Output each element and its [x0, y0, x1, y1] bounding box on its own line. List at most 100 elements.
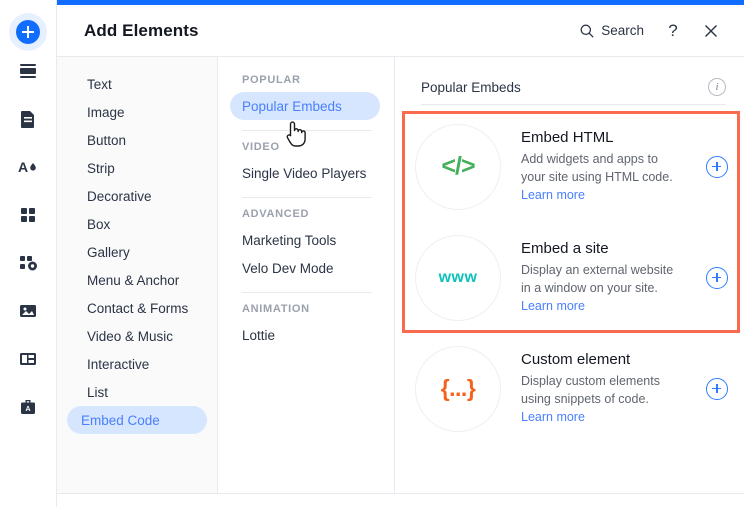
panel-header: Add Elements Search ? [57, 5, 744, 57]
category-label: List [87, 384, 109, 400]
category-item-box[interactable]: Box [73, 210, 207, 238]
subcategory-label: Popular Embeds [242, 98, 342, 114]
category-label: Interactive [87, 356, 150, 372]
subcategory-group-video: VIDEO [242, 141, 280, 153]
close-button[interactable] [696, 16, 726, 46]
embeds-panel-header: Popular Embeds i [395, 70, 744, 104]
www-icon: www [438, 268, 478, 286]
plus-icon [16, 20, 40, 44]
learn-more-link[interactable]: Learn more [521, 299, 585, 313]
embed-card-description-text: Add widgets and apps to your site using … [521, 152, 673, 184]
embed-card-title: Embed a site [521, 240, 609, 257]
category-label: Image [87, 104, 125, 120]
svg-text:A: A [18, 159, 28, 175]
embeds-card-list: </> Embed HTML Add widgets and apps to y… [395, 105, 744, 444]
category-label: Strip [87, 160, 115, 176]
search-button[interactable]: Search [579, 23, 644, 39]
site-design-icon[interactable]: A [8, 147, 48, 187]
embeds-panel: Popular Embeds i </> Embed HTML Add widg… [395, 57, 744, 493]
embed-card-text: Embed HTML Add widgets and apps to your … [521, 129, 679, 204]
subcategory-group-popular: POPULAR [242, 74, 301, 86]
category-item-button[interactable]: Button [73, 126, 207, 154]
embed-card-custom-element[interactable]: {...} Custom element Display custom elem… [395, 333, 744, 444]
media-icon[interactable] [8, 291, 48, 331]
embed-card-description-text: Display an external website in a window … [521, 263, 674, 295]
sections-icon[interactable] [8, 51, 48, 91]
code-brackets-icon: </> [441, 152, 475, 180]
category-label: Embed Code [81, 412, 160, 428]
embed-card-thumbnail: </> [415, 123, 501, 210]
business-icon[interactable]: A [8, 387, 48, 427]
category-item-gallery[interactable]: Gallery [73, 238, 207, 266]
category-label: Text [87, 76, 112, 92]
subcategory-item-single-video-players[interactable]: Single Video Players [230, 159, 380, 187]
embeds-panel-title: Popular Embeds [421, 79, 521, 95]
learn-more-link[interactable]: Learn more [521, 410, 585, 424]
category-label: Box [87, 216, 111, 232]
search-button-label: Search [601, 23, 644, 38]
page-title: Add Elements [84, 20, 199, 40]
subcategory-list: POPULAR Popular Embeds VIDEO Single Vide… [218, 57, 395, 493]
embed-card-text: Custom element Display custom elements u… [521, 351, 679, 426]
add-embed-a-site-button[interactable] [706, 266, 728, 289]
subcategory-label: Lottie [242, 327, 276, 343]
svg-text:A: A [25, 406, 30, 413]
layouts-icon[interactable] [8, 339, 48, 379]
category-item-list[interactable]: List [73, 378, 207, 406]
embed-card-description: Display custom elements using snippets o… [521, 372, 679, 426]
category-item-text[interactable]: Text [73, 70, 207, 98]
category-item-image[interactable]: Image [73, 98, 207, 126]
category-item-menu-anchor[interactable]: Menu & Anchor [73, 266, 207, 294]
embed-card-embed-a-site[interactable]: www Embed a site Display an external web… [395, 222, 744, 333]
rail-add-button[interactable] [9, 13, 47, 51]
category-label: Video & Music [87, 328, 174, 344]
category-item-contact-forms[interactable]: Contact & Forms [73, 294, 207, 322]
embed-card-title: Embed HTML [521, 129, 614, 146]
subcategory-group-advanced: ADVANCED [242, 208, 310, 220]
panel-bottom-strip [57, 493, 744, 507]
embed-card-thumbnail: www [415, 234, 501, 321]
subcategory-divider [242, 292, 372, 293]
category-item-interactive[interactable]: Interactive [73, 350, 207, 378]
dev-mode-icon[interactable] [8, 243, 48, 283]
subcategory-item-marketing-tools[interactable]: Marketing Tools [230, 226, 380, 254]
embed-card-description: Display an external website in a window … [521, 261, 679, 315]
category-label: Decorative [87, 188, 152, 204]
embed-card-description-text: Display custom elements using snippets o… [521, 374, 660, 406]
pages-icon[interactable] [8, 99, 48, 139]
category-label: Gallery [87, 244, 130, 260]
info-icon[interactable]: i [708, 78, 726, 96]
subcategory-item-velo-dev-mode[interactable]: Velo Dev Mode [230, 254, 380, 282]
category-label: Contact & Forms [87, 300, 189, 316]
category-item-video-music[interactable]: Video & Music [73, 322, 207, 350]
category-label: Menu & Anchor [87, 272, 180, 288]
add-elements-panel: A A Add Elements Search ? Text Image But… [0, 0, 744, 507]
embed-card-text: Embed a site Display an external website… [521, 240, 679, 315]
subcategory-divider [242, 197, 372, 198]
embed-card-embed-html[interactable]: </> Embed HTML Add widgets and apps to y… [395, 111, 744, 222]
subcategory-label: Marketing Tools [242, 232, 337, 248]
embed-card-title: Custom element [521, 351, 631, 368]
header-actions: Search ? [579, 16, 726, 46]
category-label: Button [87, 132, 127, 148]
subcategory-item-popular-embeds[interactable]: Popular Embeds [230, 92, 380, 120]
embed-card-thumbnail: {...} [415, 345, 501, 432]
help-button[interactable]: ? [658, 16, 688, 46]
category-item-strip[interactable]: Strip [73, 154, 207, 182]
add-embed-html-button[interactable] [706, 155, 728, 178]
subcategory-label: Velo Dev Mode [242, 260, 334, 276]
learn-more-link[interactable]: Learn more [521, 188, 585, 202]
category-item-embed-code[interactable]: Embed Code [67, 406, 207, 434]
subcategory-divider [242, 130, 372, 131]
apps-icon[interactable] [8, 195, 48, 235]
question-mark-icon: ? [668, 20, 678, 40]
search-icon [580, 24, 594, 38]
curly-braces-icon: {...} [440, 375, 476, 401]
subcategory-item-lottie[interactable]: Lottie [230, 321, 380, 349]
subcategory-group-animation: ANIMATION [242, 303, 310, 315]
embed-card-description: Add widgets and apps to your site using … [521, 150, 679, 204]
add-custom-element-button[interactable] [706, 377, 728, 400]
category-item-decorative[interactable]: Decorative [73, 182, 207, 210]
subcategory-label: Single Video Players [242, 165, 367, 181]
editor-left-rail: A A [0, 0, 57, 507]
